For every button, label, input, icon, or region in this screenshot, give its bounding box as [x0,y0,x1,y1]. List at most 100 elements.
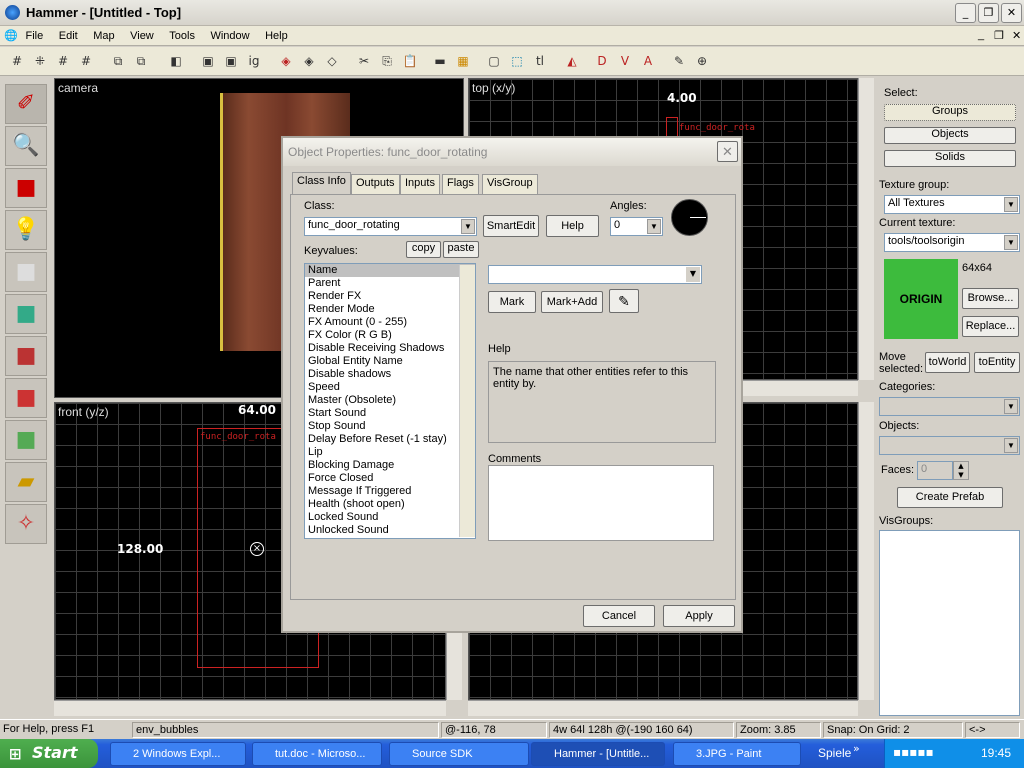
ungroup-icon[interactable]: ⧉ [131,51,151,71]
tab-visgroup[interactable]: VisGroup [482,174,538,194]
task-source-sdk[interactable]: Source SDK [389,742,529,766]
cancel-button[interactable]: Cancel [583,605,655,627]
keyvalue-item[interactable]: Lip [305,446,475,459]
show-icon[interactable]: ▣ [221,51,241,71]
keyvalues-scrollbar[interactable] [459,265,475,537]
mark-add-button[interactable]: Mark+Add [541,291,603,313]
tray-icons[interactable]: ▪▪▪▪▪ [893,745,934,759]
angles-select[interactable]: 0 ▼ [610,217,663,236]
texture-app-tool-icon[interactable]: ■ [5,294,47,334]
menu-edit[interactable]: Edit [53,27,84,45]
top-viewport-vscroll[interactable] [858,78,874,380]
camera-tool-icon[interactable]: ■ [5,168,47,208]
menu-window[interactable]: Window [204,27,255,45]
keyvalues-list[interactable]: Name Parent Render FX Render Mode FX Amount … [304,263,476,539]
cordon-icon[interactable]: ◈ [276,51,296,71]
menu-help[interactable]: Help [259,27,294,45]
keyvalue-item[interactable]: FX Amount (0 - 255) [305,316,475,329]
box-icon[interactable]: ◇ [322,51,342,71]
texture-lock-icon[interactable]: ▬ [430,51,450,71]
keyvalue-item[interactable]: Render FX [305,290,475,303]
map-info-icon[interactable]: A [638,51,658,71]
selection-tool-icon[interactable]: ✐ [5,84,47,124]
keyvalue-item[interactable]: Force Closed [305,472,475,485]
options-icon[interactable]: ⊕ [692,51,712,71]
tab-outputs[interactable]: Outputs [351,174,400,194]
create-prefab-button[interactable]: Create Prefab [897,487,1003,508]
chevron-down-icon[interactable]: ▼ [686,267,700,282]
objects-select[interactable]: ▼ [879,436,1020,455]
check-problems-icon[interactable]: V [615,51,635,71]
clipping-tool-icon[interactable]: ▰ [5,462,47,502]
task-paint[interactable]: 3.JPG - Paint [673,742,801,766]
mdi-close-button[interactable]: ✕ [1006,26,1024,45]
keyvalue-item[interactable]: Master (Obsolete) [305,394,475,407]
texture-apply-icon[interactable]: ▦ [453,51,473,71]
categories-select[interactable]: ▼ [879,397,1020,416]
angle-dial[interactable] [671,199,708,236]
grid-3d-icon[interactable]: # [76,51,96,71]
keyvalue-item[interactable]: Disable shadows [305,368,475,381]
select-face-icon[interactable]: ⬚ [507,51,527,71]
front-viewport-hscroll[interactable] [54,700,446,716]
chevron-right-icon[interactable]: » [853,742,860,755]
cut-icon[interactable]: ✂ [354,51,374,71]
dialog-close-button[interactable]: ✕ [717,141,738,162]
entity-report-icon[interactable]: D [592,51,612,71]
chevron-down-icon[interactable]: ▼ [1004,438,1018,453]
keyvalue-item[interactable]: Start Sound [305,407,475,420]
keyvalue-item[interactable]: Health (shoot open) [305,498,475,511]
flip-icon[interactable]: ◭ [562,51,582,71]
copy-button[interactable]: copy [406,241,441,258]
eyedropper-icon[interactable]: ✎ [609,289,639,313]
chevron-down-icon[interactable]: ▼ [1004,197,1018,212]
chevron-down-icon[interactable]: ▼ [461,219,475,234]
mark-button[interactable]: Mark [488,291,536,313]
paste-icon[interactable]: 📋 [400,51,420,71]
tab-class-info[interactable]: Class Info [292,172,351,194]
faces-input[interactable]: 0 [917,461,953,480]
keyvalue-item[interactable]: Global Entity Name [305,355,475,368]
close-button[interactable]: ✕ [1001,3,1022,23]
menu-map[interactable]: Map [87,27,120,45]
minimize-button[interactable]: _ [955,3,976,23]
help-button[interactable]: Help [546,215,599,237]
keyvalue-item[interactable]: Name [305,264,475,277]
cordon-toggle-icon[interactable]: ◈ [299,51,319,71]
ignore-group-icon[interactable]: ig [244,51,264,71]
restore-button[interactable]: ❐ [978,3,999,23]
side-viewport-hscroll[interactable] [468,700,858,716]
chevron-down-icon[interactable]: ▼ [1004,399,1018,414]
group-icon[interactable]: ⧉ [108,51,128,71]
chevron-down-icon[interactable]: ▼ [647,219,661,234]
menu-tools[interactable]: Tools [163,27,201,45]
vertex-tool-icon[interactable]: ✧ [5,504,47,544]
decal-tool-icon[interactable]: ■ [5,378,47,418]
run-map-icon[interactable]: ✎ [669,51,689,71]
keyvalue-item[interactable]: Parent [305,277,475,290]
grid-large-icon[interactable]: # [53,51,73,71]
value-select[interactable]: ▼ [488,265,702,284]
keyvalue-item[interactable]: Disable Receiving Shadows [305,342,475,355]
selection-box-icon[interactable]: ▢ [484,51,504,71]
keyvalue-item[interactable]: Unlocked Sound [305,524,475,537]
current-texture-select[interactable]: tools/toolsorigin ▼ [884,233,1020,252]
groups-button[interactable]: Groups [884,104,1016,121]
smartedit-button[interactable]: SmartEdit [483,215,539,237]
start-button[interactable]: ⊞ Start [0,739,98,768]
objects-button[interactable]: Objects [884,127,1016,144]
replace-button[interactable]: Replace... [962,316,1019,337]
to-entity-button[interactable]: toEntity [974,352,1020,373]
quicklaunch-spiele[interactable]: Spiele [818,746,851,760]
solids-button[interactable]: Solids [884,150,1016,167]
keyvalue-item[interactable]: Locked Sound [305,511,475,524]
to-world-button[interactable]: toWorld [925,352,970,373]
paste-button[interactable]: paste [443,241,479,258]
tab-flags[interactable]: Flags [442,174,479,194]
task-windows-explorer[interactable]: 2 Windows Expl... [110,742,246,766]
keyvalue-item[interactable]: Render Mode [305,303,475,316]
menu-file[interactable]: File [20,27,50,45]
task-word[interactable]: tut.doc - Microso... [252,742,382,766]
carve-icon[interactable]: ◧ [166,51,186,71]
side-viewport-vscroll[interactable] [858,402,874,700]
